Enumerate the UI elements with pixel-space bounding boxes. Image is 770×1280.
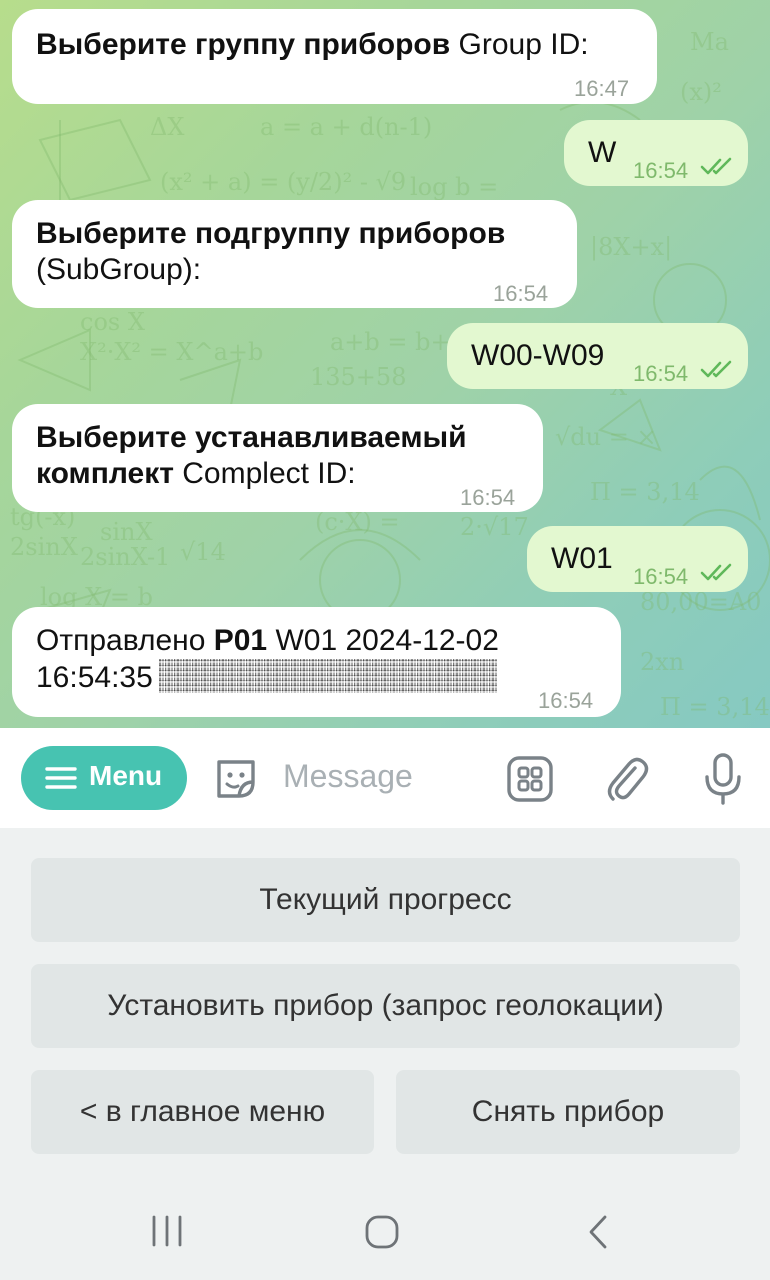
svg-text:2xn: 2xn xyxy=(640,648,684,676)
svg-text:log b =: log b = xyxy=(410,173,498,201)
message-text: W01 xyxy=(551,542,613,575)
svg-text:2·√17: 2·√17 xyxy=(460,513,529,541)
message-time: 16:47 xyxy=(574,76,630,101)
message-text: (SubGroup): xyxy=(36,253,202,286)
svg-text:(c·X) =: (c·X) = xyxy=(315,508,400,536)
message-text: 16:54:35 xyxy=(36,661,153,694)
message-input-bar: Menu Message xyxy=(0,728,770,828)
bot-commands-icon[interactable] xyxy=(506,755,554,803)
svg-text:Π = 3,14: Π = 3,14 xyxy=(660,693,770,721)
message-text: Отправлено xyxy=(36,624,214,657)
message-outgoing[interactable]: W01 16:54 xyxy=(527,526,748,592)
svg-text:X²·X² = X^a+b: X²·X² = X^a+b xyxy=(80,338,263,366)
message-text-bold: Выберите подгруппу приборов xyxy=(36,217,506,250)
read-ticks-icon xyxy=(700,563,732,581)
message-text: W xyxy=(588,136,617,169)
svg-text:√14: √14 xyxy=(180,538,226,566)
message-incoming[interactable]: Выберите устанавливаемый комплект Complec… xyxy=(12,404,543,512)
message-time: 16:54 xyxy=(538,688,594,713)
message-text: Group ID: xyxy=(450,28,589,61)
keyboard-button-main-menu[interactable]: < в главное меню xyxy=(31,1070,374,1154)
svg-text:a+b = b+a: a+b = b+a xyxy=(330,328,465,356)
message-outgoing[interactable]: W 16:54 xyxy=(564,120,748,186)
menu-button[interactable]: Menu xyxy=(21,746,187,810)
svg-text:Ma: Ma xyxy=(690,28,729,56)
back-icon[interactable] xyxy=(584,1214,612,1250)
message-incoming[interactable]: Отправлено P01 W01 2024-12-02 16:54:35 1… xyxy=(12,607,621,717)
svg-text:sinX: sinX xyxy=(100,518,153,546)
keyboard-button-remove-device[interactable]: Снять прибор xyxy=(396,1070,740,1154)
message-text-bold: Выберите устанавливаемый xyxy=(36,421,467,454)
read-ticks-icon xyxy=(700,360,732,378)
message-time: 16:54 xyxy=(460,485,516,510)
svg-text:2sinX: 2sinX xyxy=(10,533,78,561)
message-outgoing[interactable]: W00-W09 16:54 xyxy=(447,323,748,389)
svg-text:(x)²: (x)² xyxy=(680,78,722,106)
svg-text:Π = 3,14: Π = 3,14 xyxy=(590,478,700,506)
message-incoming[interactable]: Выберите подгруппу приборов (SubGroup): 1… xyxy=(12,200,577,308)
message-text-bold: Выберите группу приборов xyxy=(36,28,451,61)
message-text: Complect ID: xyxy=(173,457,356,490)
svg-text:a = a + d(n-1): a = a + d(n-1) xyxy=(260,113,432,141)
bot-keyboard: Текущий прогресс Установить прибор (запр… xyxy=(0,828,770,1188)
keyboard-button-install-device[interactable]: Установить прибор (запрос геолокации) xyxy=(31,964,740,1048)
emoji-sticker-icon[interactable] xyxy=(211,754,261,804)
message-text: W00-W09 xyxy=(471,339,605,372)
home-icon[interactable] xyxy=(364,1214,400,1250)
svg-text:135+58: 135+58 xyxy=(310,363,406,391)
message-text: W01 2024-12-02 xyxy=(267,624,499,657)
recent-apps-icon[interactable] xyxy=(150,1214,184,1248)
message-time: 16:54 xyxy=(633,361,689,386)
svg-text:2sinX-1: 2sinX-1 xyxy=(80,543,170,571)
keyboard-button-current-progress[interactable]: Текущий прогресс xyxy=(31,858,740,942)
message-text-bold: комплект xyxy=(36,457,174,490)
redacted-block xyxy=(158,659,497,693)
svg-text:cos X: cos X xyxy=(80,308,145,336)
read-ticks-icon xyxy=(700,157,732,175)
message-input[interactable]: Message xyxy=(283,758,413,795)
message-incoming[interactable]: Выберите группу приборов Group ID: 16:47 xyxy=(12,9,657,104)
menu-button-label: Menu xyxy=(89,760,163,791)
svg-text:√du = ×: √du = × xyxy=(555,423,657,451)
attach-icon[interactable] xyxy=(603,754,651,804)
hamburger-icon xyxy=(45,767,77,789)
microphone-icon[interactable] xyxy=(702,752,744,806)
chat-area[interactable]: ΔX a = a + d(n-1) (x² + a) = (y/2)² - √9… xyxy=(0,0,770,728)
message-time: 16:54 xyxy=(633,564,689,589)
message-time: 16:54 xyxy=(493,281,549,306)
system-navigation-bar xyxy=(0,1188,770,1280)
message-text-bold: P01 xyxy=(213,624,268,657)
svg-text:|8X+x|: |8X+x| xyxy=(590,233,672,262)
svg-text:ΔX: ΔX xyxy=(150,113,184,141)
svg-text:(x² + a) = (y/2)² - √9: (x² + a) = (y/2)² - √9 xyxy=(160,168,406,196)
message-time: 16:54 xyxy=(633,158,689,183)
